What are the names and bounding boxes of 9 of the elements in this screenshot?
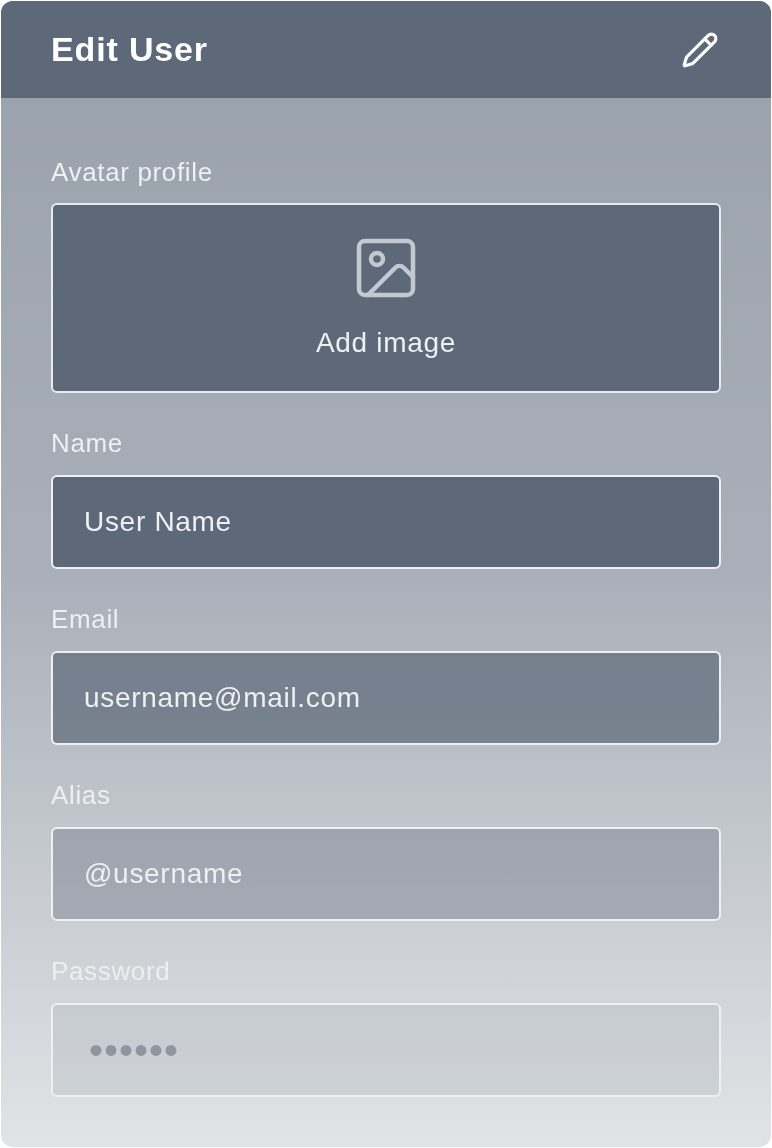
window-title: Edit User (51, 29, 208, 70)
input-field[interactable]: User Name (51, 475, 721, 569)
add-image-button[interactable]: Add image (51, 203, 721, 393)
field-label: Email (51, 604, 121, 634)
field-label: Name (51, 428, 124, 458)
field-label: Avatar profile (51, 157, 214, 187)
input-field[interactable]: username@mail.com (51, 651, 721, 745)
edit-button[interactable] (681, 30, 719, 69)
input-field[interactable]: @username (51, 827, 721, 921)
